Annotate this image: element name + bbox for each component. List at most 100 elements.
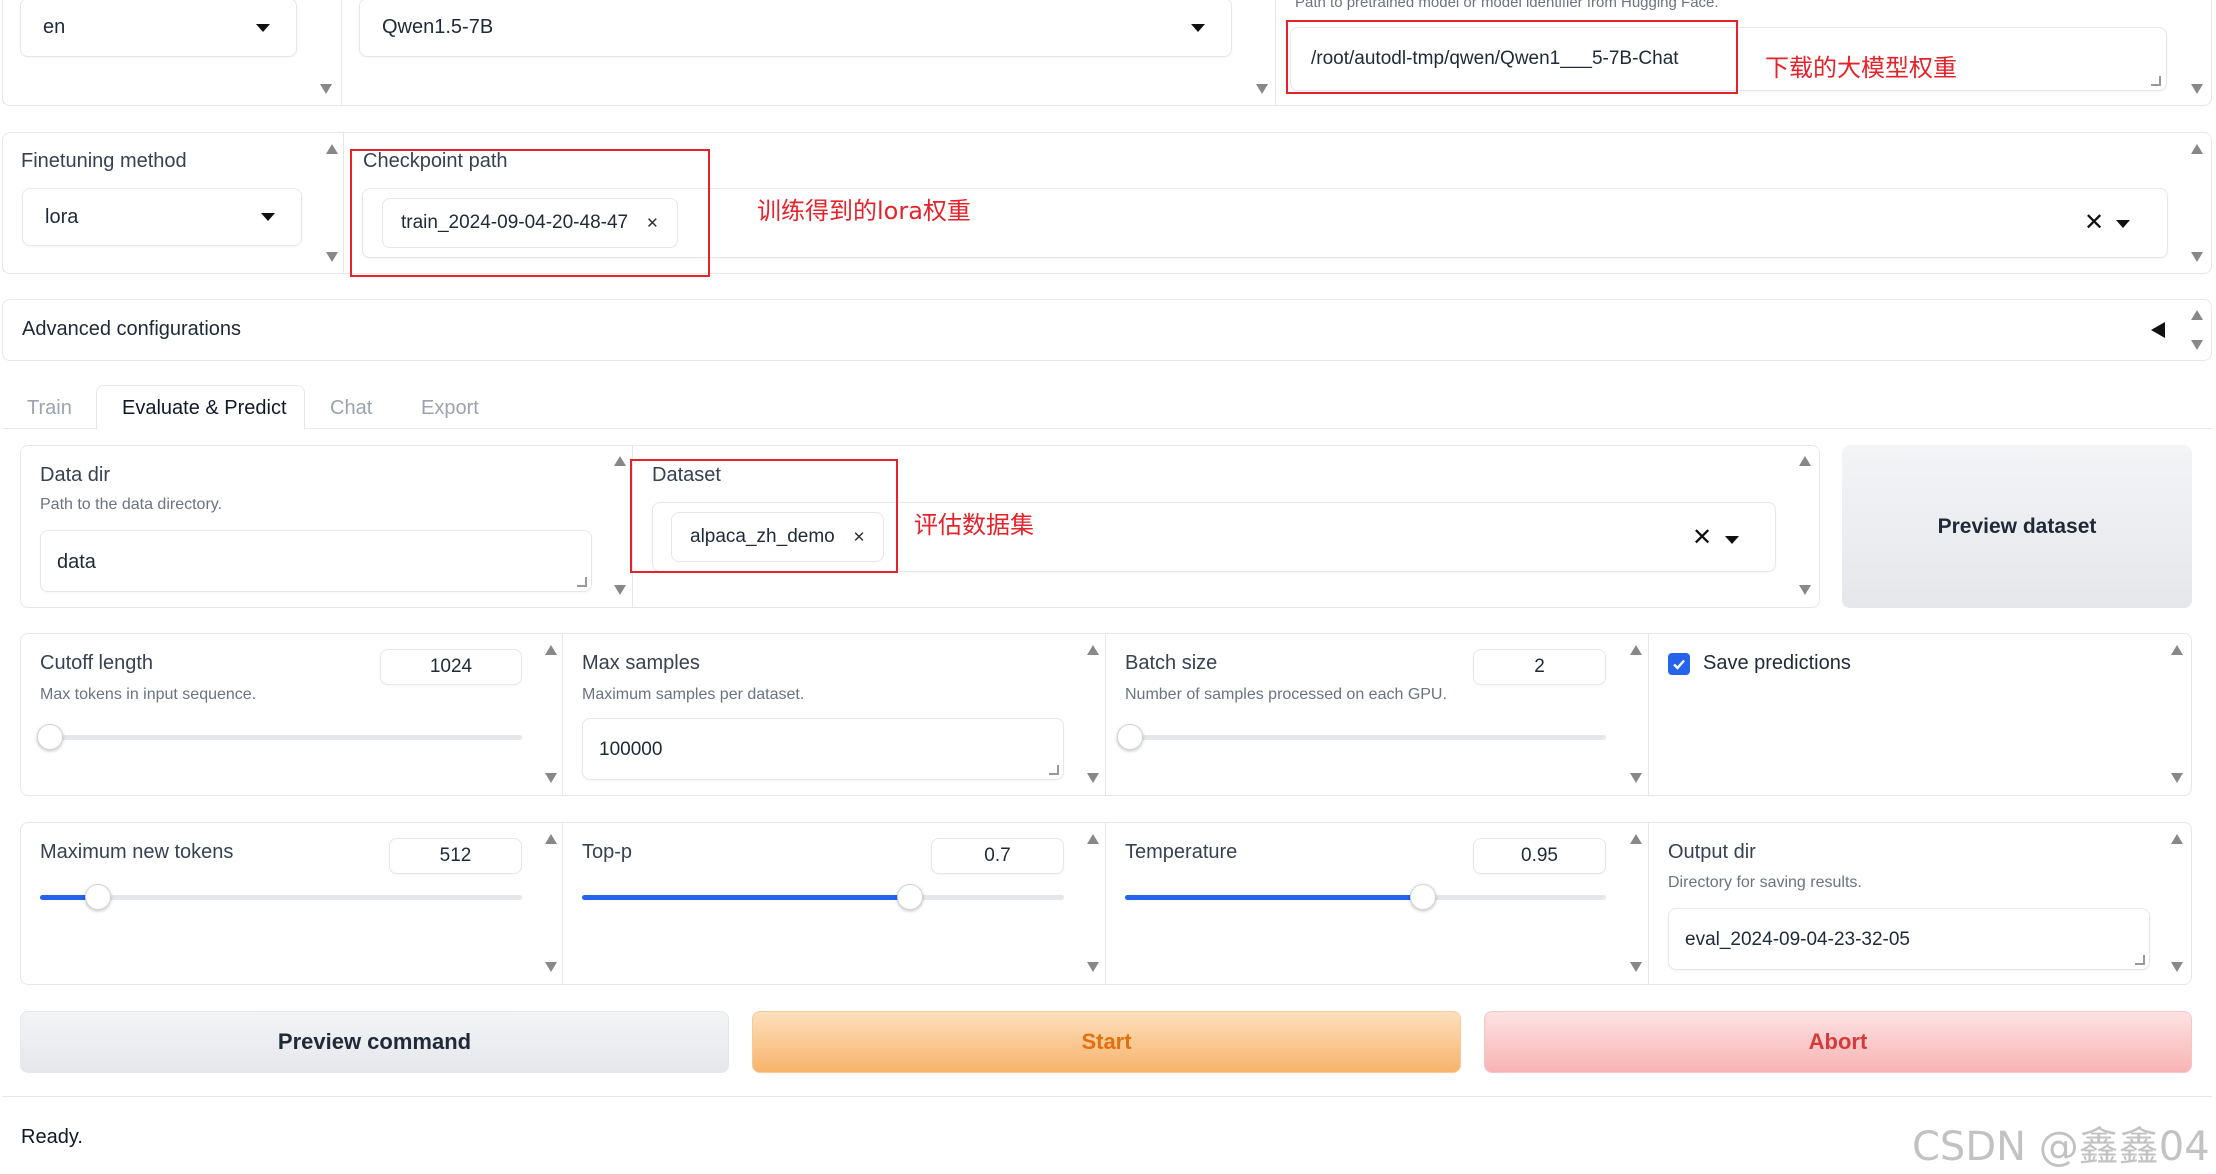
status-text: Ready. — [21, 1126, 83, 1148]
resize-handle-icon[interactable] — [2151, 76, 2161, 86]
model-name-value: Qwen1.5-7B — [382, 16, 494, 38]
cutoff-number-input[interactable]: 1024 — [380, 649, 522, 685]
max-new-slider-track[interactable] — [40, 895, 522, 900]
output-dir-info: Directory for saving results. — [1668, 874, 1862, 891]
batch-slider-track[interactable] — [1125, 735, 1606, 740]
watermark: CSDN @鑫鑫04 — [1912, 1124, 2210, 1170]
scroll-up-icon[interactable] — [2191, 310, 2203, 320]
output-dir-value: eval_2024-09-04-23-32-05 — [1685, 929, 1910, 950]
topp-label: Top-p — [582, 841, 633, 863]
save-predictions-label[interactable]: Save predictions — [1703, 652, 1851, 675]
batch-info: Number of samples processed on each GPU. — [1125, 686, 1447, 703]
scroll-up-icon[interactable] — [1630, 645, 1642, 655]
scroll-down-icon[interactable] — [326, 252, 338, 262]
preview-command-button[interactable]: Preview command — [20, 1011, 729, 1073]
annotation-box-dataset — [630, 459, 898, 573]
scroll-up-icon[interactable] — [614, 456, 626, 466]
data-dir-label: Data dir — [40, 464, 111, 486]
chevron-down-icon — [1191, 23, 1205, 32]
scroll-down-icon[interactable] — [2191, 252, 2203, 262]
save-predictions-checkbox[interactable] — [1668, 653, 1690, 675]
language-dropdown[interactable]: en — [20, 0, 297, 57]
scroll-down-icon[interactable] — [1799, 585, 1811, 595]
status-panel — [2, 1096, 2212, 1172]
data-dir-input[interactable]: data — [40, 530, 592, 592]
max-new-slider-thumb[interactable] — [84, 884, 111, 910]
batch-label: Batch size — [1125, 652, 1218, 674]
clear-icon[interactable]: ✕ — [1692, 523, 1712, 552]
annotation-checkpoint-text: 训练得到的lora权重 — [757, 197, 971, 225]
cutoff-info: Max tokens in input sequence. — [40, 686, 257, 703]
resize-handle-icon[interactable] — [1049, 765, 1059, 775]
annotation-model-text: 下载的大模型权重 — [1765, 54, 1957, 82]
max-samples-label: Max samples — [582, 652, 700, 674]
chevron-down-icon[interactable] — [2116, 220, 2130, 228]
scroll-up-icon[interactable] — [1087, 645, 1099, 655]
start-button[interactable]: Start — [752, 1011, 1461, 1073]
advanced-label: Advanced configurations — [22, 318, 242, 340]
scroll-up-icon[interactable] — [1630, 834, 1642, 844]
max-new-number-input[interactable]: 512 — [389, 838, 522, 874]
max-new-label: Maximum new tokens — [40, 841, 234, 863]
scroll-down-icon[interactable] — [614, 585, 626, 595]
collapse-triangle-icon — [2151, 322, 2165, 338]
scroll-up-icon[interactable] — [2171, 834, 2183, 844]
batch-slider-thumb[interactable] — [1116, 724, 1143, 750]
topp-number-input[interactable]: 0.7 — [931, 838, 1064, 874]
scroll-down-icon[interactable] — [2171, 773, 2183, 783]
preview-command-label: Preview command — [277, 1029, 472, 1054]
tab-export[interactable]: Export — [421, 397, 479, 420]
max-samples-value: 100000 — [599, 739, 663, 760]
output-dir-label: Output dir — [1668, 841, 1756, 863]
temperature-label: Temperature — [1125, 841, 1238, 863]
cutoff-slider-thumb[interactable] — [36, 724, 63, 750]
scroll-up-icon[interactable] — [2171, 645, 2183, 655]
annotation-dataset-text: 评估数据集 — [914, 511, 1034, 539]
max-samples-input[interactable]: 100000 — [582, 718, 1064, 780]
tab-chat[interactable]: Chat — [330, 397, 372, 420]
finetune-method-label: Finetuning method — [21, 150, 187, 172]
scroll-down-icon[interactable] — [1087, 962, 1099, 972]
output-dir-input[interactable]: eval_2024-09-04-23-32-05 — [1668, 908, 2150, 970]
data-dir-info: Path to the data directory. — [40, 496, 223, 513]
scroll-down-icon[interactable] — [545, 962, 557, 972]
resize-handle-icon[interactable] — [2135, 955, 2145, 965]
tab-bar-line — [2, 428, 2212, 429]
scroll-up-icon[interactable] — [1799, 456, 1811, 466]
tab-train[interactable]: Train — [27, 397, 72, 420]
finetune-method-dropdown[interactable]: lora — [22, 188, 302, 246]
scroll-down-icon[interactable] — [2191, 340, 2203, 350]
advanced-accordion[interactable]: Advanced configurations — [2, 299, 2212, 361]
start-label: Start — [1081, 1029, 1132, 1054]
language-value: en — [43, 16, 66, 38]
preview-dataset-button[interactable]: Preview dataset — [1842, 445, 2192, 608]
topp-slider-thumb[interactable] — [896, 884, 923, 910]
annotation-box-model — [1286, 20, 1738, 94]
cutoff-slider-track[interactable] — [40, 735, 522, 740]
tab-evaluate-active[interactable]: Evaluate & Predict — [96, 385, 305, 430]
annotation-box-checkpoint — [350, 149, 710, 277]
temperature-slider-fill — [1125, 895, 1424, 900]
scroll-down-icon[interactable] — [2191, 84, 2203, 94]
cutoff-label: Cutoff length — [40, 652, 154, 674]
scroll-up-icon[interactable] — [326, 144, 338, 154]
scroll-down-icon[interactable] — [1630, 773, 1642, 783]
chevron-down-icon[interactable] — [1725, 536, 1739, 544]
abort-label: Abort — [1808, 1029, 1868, 1054]
model-name-dropdown[interactable]: Qwen1.5-7B — [359, 0, 1232, 57]
batch-number-input[interactable]: 2 — [1473, 649, 1606, 685]
scroll-down-icon[interactable] — [1630, 962, 1642, 972]
scroll-down-icon[interactable] — [545, 773, 557, 783]
scroll-up-icon[interactable] — [1087, 834, 1099, 844]
abort-button[interactable]: Abort — [1484, 1011, 2192, 1073]
temperature-number-input[interactable]: 0.95 — [1473, 838, 1606, 874]
scroll-down-icon[interactable] — [1256, 84, 1268, 94]
scroll-up-icon[interactable] — [545, 834, 557, 844]
clear-icon[interactable]: ✕ — [2084, 208, 2104, 237]
scroll-down-icon[interactable] — [320, 84, 332, 94]
scroll-down-icon[interactable] — [1087, 773, 1099, 783]
scroll-down-icon[interactable] — [2171, 962, 2183, 972]
scroll-up-icon[interactable] — [2191, 144, 2203, 154]
scroll-up-icon[interactable] — [545, 645, 557, 655]
resize-handle-icon[interactable] — [577, 577, 587, 587]
